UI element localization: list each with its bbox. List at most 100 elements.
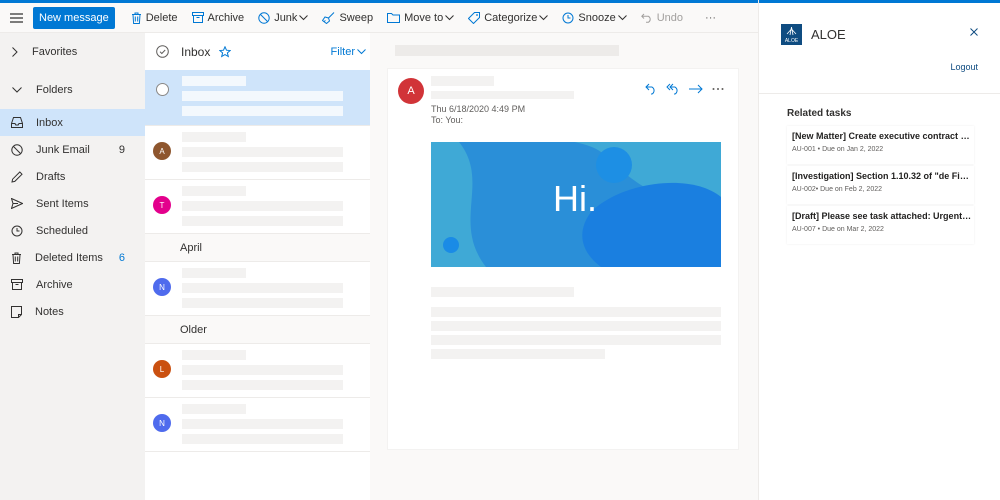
hamburger-icon [9, 12, 23, 23]
folder-sent-items[interactable]: Sent Items [0, 190, 145, 217]
related-tasks-title: Related tasks [787, 108, 852, 119]
delete-button[interactable]: Delete [131, 12, 178, 24]
sender-placeholder [182, 268, 246, 278]
sender-avatar[interactable]: A [398, 78, 424, 104]
message-item[interactable]: L [145, 344, 370, 398]
hero-image: Hi. [431, 142, 721, 267]
favorites-section[interactable]: Favorites [0, 33, 145, 71]
folder-label: Junk Email [36, 143, 90, 156]
junk-button[interactable]: Junk [258, 11, 309, 24]
undo-button[interactable]: Undo [640, 11, 684, 24]
chevron-down-icon [357, 48, 366, 54]
reply-all-icon[interactable] [666, 83, 680, 95]
group-header-older: Older [145, 316, 370, 344]
logout-link[interactable]: Logout [950, 62, 978, 72]
folder-label: Deleted Items [35, 251, 103, 264]
aloe-logo: ALOE [781, 24, 802, 45]
folder-notes[interactable]: Notes [0, 298, 145, 325]
close-icon[interactable] [970, 28, 978, 36]
sender-placeholder [182, 132, 246, 142]
folder-archive[interactable]: Archive [0, 271, 145, 298]
chevron-down-icon [12, 87, 22, 93]
undo-label: Undo [656, 11, 684, 24]
more-actions-button[interactable]: ··· [705, 12, 716, 24]
message-list: Inbox Filter A T April N Older L N [145, 33, 370, 500]
message-item[interactable] [145, 70, 370, 126]
subject-placeholder [182, 365, 343, 375]
sender-placeholder [182, 76, 246, 86]
chevron-down-icon [617, 14, 627, 20]
sender-placeholder [182, 186, 246, 196]
folder-junk-email[interactable]: Junk Email 9 [0, 136, 145, 163]
aloe-addin-panel: ALOE ALOE Logout Related tasks [New Matt… [758, 0, 1000, 500]
sender-placeholder [182, 350, 246, 360]
new-message-button[interactable]: New message [33, 6, 115, 29]
archive-icon [191, 12, 204, 23]
chevron-down-icon [299, 14, 309, 20]
preview-placeholder [182, 106, 343, 116]
folder-label: Scheduled [36, 224, 88, 237]
favorites-label: Favorites [32, 46, 78, 58]
message-item[interactable]: A [145, 126, 370, 180]
preview-placeholder [182, 216, 343, 226]
folders-section[interactable]: Folders [0, 71, 145, 109]
select-all-checkbox-icon[interactable] [156, 45, 169, 58]
avatar: N [153, 414, 171, 432]
body-placeholder [431, 287, 574, 297]
task-card[interactable]: [Draft] Please see task attached: Urgent… [787, 206, 974, 244]
folder-title: Inbox [181, 44, 211, 59]
message-item[interactable]: T [145, 180, 370, 234]
task-card[interactable]: [New Matter] Create executive contract f… [787, 126, 974, 164]
body-placeholder [431, 307, 721, 317]
avatar: A [153, 142, 171, 160]
task-meta: AU-002• Due on Feb 2, 2022 [792, 186, 883, 193]
task-title: [New Matter] Create executive contract f… [792, 131, 972, 141]
chevron-down-icon [539, 14, 549, 20]
task-title: [Draft] Please see task attached: Urgent… [792, 211, 972, 221]
inbox-icon [11, 117, 23, 128]
chevron-right-icon [12, 47, 18, 57]
categorize-button[interactable]: Categorize [468, 11, 549, 24]
send-icon [11, 198, 23, 209]
logo-text: ALOE [784, 38, 799, 44]
archive-button[interactable]: Archive [191, 11, 245, 24]
folder-icon [387, 13, 401, 23]
junk-label: Junk [274, 11, 298, 24]
message-card: A Thu 6/18/2020 4:49 PM To: You: Hi. [387, 68, 739, 450]
snooze-button[interactable]: Snooze [562, 12, 627, 24]
filter-button[interactable]: Filter [331, 46, 366, 58]
preview-placeholder [182, 162, 343, 172]
star-icon[interactable] [219, 45, 232, 58]
pencil-icon [11, 170, 23, 183]
hamburger-menu-button[interactable] [0, 3, 32, 33]
move-to-label: Move to [404, 11, 444, 24]
select-radio[interactable] [156, 83, 169, 96]
archive-label: Archive [207, 11, 245, 24]
move-to-button[interactable]: Move to [387, 11, 455, 24]
folder-pane: Favorites Folders Inbox Junk Email 9 Dra… [0, 33, 145, 500]
body-placeholder [431, 335, 721, 345]
outlook-window: New message Delete Archive Junk Sweep Mo… [0, 0, 1000, 500]
message-recipients: To: You: [431, 115, 464, 125]
preview-placeholder [182, 298, 343, 308]
sender-name-placeholder [431, 76, 494, 86]
folder-drafts[interactable]: Drafts [0, 163, 145, 190]
sender-placeholder [182, 404, 246, 414]
folder-deleted-items[interactable]: Deleted Items 6 [0, 244, 145, 271]
message-item[interactable]: N [145, 398, 370, 452]
task-card[interactable]: [Investigation] Section 1.10.32 of "de F… [787, 166, 974, 204]
folder-scheduled[interactable]: Scheduled [0, 217, 145, 244]
message-item[interactable]: N [145, 262, 370, 316]
sweep-button[interactable]: Sweep [322, 12, 373, 24]
note-icon [11, 305, 22, 318]
body-placeholder [431, 321, 721, 331]
forward-icon[interactable] [689, 84, 703, 94]
folder-inbox[interactable]: Inbox [0, 109, 145, 136]
unread-count: 6 [118, 251, 125, 264]
folder-label: Drafts [36, 170, 66, 183]
panel-accent-line [759, 0, 1000, 3]
reply-icon[interactable] [645, 83, 657, 95]
more-icon[interactable] [712, 87, 724, 91]
categorize-label: Categorize [484, 11, 538, 24]
filter-label: Filter [330, 45, 355, 58]
